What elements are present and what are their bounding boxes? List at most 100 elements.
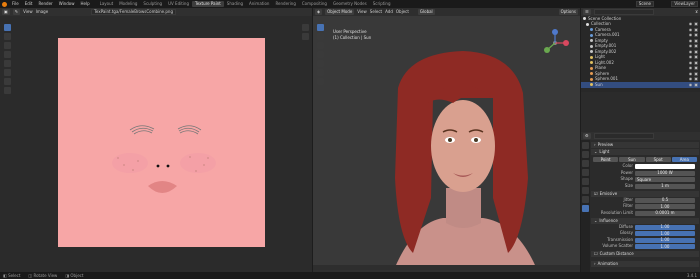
light-type-sun[interactable]: Sun [619, 157, 645, 162]
tab-layout[interactable]: Layout [97, 1, 117, 7]
object-mode-dropdown[interactable]: Object Mode [325, 9, 355, 15]
light-color-swatch[interactable] [635, 164, 695, 169]
tab-animation[interactable]: Animation [246, 1, 272, 7]
light-data-tab-icon[interactable] [582, 205, 589, 212]
emissive-panel-header[interactable]: ☑ Emissive [591, 190, 699, 197]
eye-icon[interactable]: ◉ [689, 27, 693, 32]
draw-tool-icon[interactable] [4, 24, 11, 31]
tool-tab-icon[interactable] [582, 142, 589, 149]
light-type-point[interactable]: Point [593, 157, 619, 162]
camera-icon[interactable]: ▣ [694, 60, 698, 65]
resolution-limit-field[interactable]: 0.0001 m [635, 210, 695, 216]
render-tab-icon[interactable] [582, 151, 589, 158]
eye-icon[interactable]: ◉ [689, 77, 693, 81]
camera-icon[interactable]: ▣ [694, 44, 698, 48]
soften-tool-icon[interactable] [4, 33, 11, 40]
mask-tool-icon[interactable] [4, 69, 11, 76]
eye-icon[interactable]: ◉ [689, 22, 693, 26]
filter-field[interactable]: 1.00 [635, 204, 695, 209]
sample-tool-icon[interactable] [4, 87, 11, 94]
paint-mode-button[interactable]: ✎ [12, 9, 21, 15]
camera-icon[interactable]: ▣ [694, 82, 698, 87]
pan-icon[interactable] [302, 33, 309, 40]
tab-compositing[interactable]: Compositing [299, 1, 330, 7]
camera-icon[interactable]: ▣ [694, 27, 698, 32]
viewlayer-field[interactable]: ViewLayer [671, 1, 698, 7]
zoom-icon[interactable] [302, 24, 309, 31]
viewport-menu-select[interactable]: Select [370, 10, 382, 14]
camera-icon[interactable]: ▣ [694, 66, 698, 70]
outliner-type-icon[interactable]: ☰ [583, 9, 591, 15]
power-field[interactable]: 1000 W [635, 170, 695, 176]
clone-tool-icon[interactable] [4, 51, 11, 58]
emissive-checkbox[interactable]: ☑ [594, 191, 598, 196]
scene-tab-icon[interactable] [582, 169, 589, 176]
fill-tool-icon[interactable] [4, 60, 11, 67]
camera-icon[interactable]: ▣ [694, 77, 698, 81]
tab-modeling[interactable]: Modeling [116, 1, 140, 7]
tab-scripting[interactable]: Scripting [370, 1, 394, 7]
camera-icon[interactable]: ▣ [694, 22, 698, 26]
camera-icon[interactable]: ▣ [694, 55, 698, 59]
camera-icon[interactable]: ▣ [694, 38, 698, 43]
light-panel-header[interactable]: ⌄ Light [591, 149, 699, 155]
outliner-search-input[interactable] [593, 9, 654, 15]
cursor-tool-icon[interactable] [317, 33, 324, 40]
menu-render[interactable]: Render [35, 2, 55, 6]
viewport-editor-type-icon[interactable]: ◈ [315, 9, 323, 15]
scene-field[interactable]: Scene [635, 1, 654, 7]
object-tab-icon[interactable] [582, 187, 589, 194]
eye-icon[interactable]: ◉ [689, 66, 693, 70]
size-field[interactable]: 1 m [635, 183, 695, 189]
camera-icon[interactable]: ▣ [694, 71, 698, 76]
shape-dropdown[interactable]: Square [635, 177, 695, 182]
diffuse-slider[interactable]: 1.00 [635, 224, 695, 230]
eye-icon[interactable]: ◉ [689, 33, 693, 37]
eye-icon[interactable]: ◉ [689, 82, 693, 87]
viewport-menu-view[interactable]: View [357, 10, 367, 14]
menu-view[interactable]: View [23, 10, 33, 14]
eye-icon[interactable]: ◉ [689, 49, 693, 54]
viewport-menu-object[interactable]: Object [396, 10, 409, 14]
menu-file[interactable]: File [9, 2, 22, 6]
eye-icon[interactable]: ◉ [689, 71, 693, 76]
menu-image[interactable]: Image [36, 10, 49, 14]
outliner-item-selected[interactable]: Sun ◉ ▣ [581, 82, 700, 88]
menu-help[interactable]: Help [77, 2, 92, 6]
animation-panel-header[interactable]: › Animation [591, 261, 699, 267]
character-render[interactable] [373, 48, 553, 272]
volume-scatter-slider[interactable]: 1.00 [635, 244, 695, 249]
eye-icon[interactable]: ◉ [689, 44, 693, 48]
viewport-menu-add[interactable]: Add [385, 10, 393, 14]
tab-geometry-nodes[interactable]: Geometry Nodes [330, 1, 370, 7]
select-tool-icon[interactable] [317, 24, 324, 31]
image-name-field[interactable]: TexPaint.tga/FemaleBrowsCombine.png [91, 9, 177, 15]
world-tab-icon[interactable] [582, 178, 589, 185]
menu-window[interactable]: Window [56, 2, 78, 6]
tab-uv-editing[interactable]: UV Editing [165, 1, 192, 7]
editor-type-icon[interactable]: ▣ [2, 9, 10, 15]
transmission-slider[interactable]: 1.00 [635, 237, 695, 243]
transform-orientation-dropdown[interactable]: Global [417, 9, 435, 15]
tab-sculpting[interactable]: Sculpting [140, 1, 165, 7]
influence-panel-header[interactable]: ⌄ Influence [591, 217, 699, 224]
options-dropdown[interactable]: Options [558, 9, 578, 15]
menu-edit[interactable]: Edit [22, 2, 36, 6]
light-type-area[interactable]: Area [671, 157, 697, 162]
tab-rendering[interactable]: Rendering [272, 1, 298, 7]
tab-texture-paint[interactable]: Texture Paint [191, 1, 224, 7]
move-tool-icon[interactable] [317, 42, 324, 49]
scale-tool-icon[interactable] [317, 60, 324, 67]
physics-tab-icon[interactable] [582, 196, 589, 203]
filter-icon[interactable]: ⊻ [695, 10, 698, 14]
eye-icon[interactable]: ◉ [689, 55, 693, 59]
glossy-slider[interactable]: 1.00 [635, 231, 695, 236]
eye-icon[interactable]: ◉ [689, 38, 693, 43]
tab-shading[interactable]: Shading [224, 1, 246, 7]
rotate-tool-icon[interactable] [317, 51, 324, 58]
transform-tool-icon[interactable] [317, 69, 324, 76]
light-type-spot[interactable]: Spot [645, 157, 671, 162]
properties-type-icon[interactable]: ⚙ [583, 133, 591, 139]
camera-icon[interactable]: ▣ [694, 49, 698, 54]
output-tab-icon[interactable] [582, 160, 589, 167]
